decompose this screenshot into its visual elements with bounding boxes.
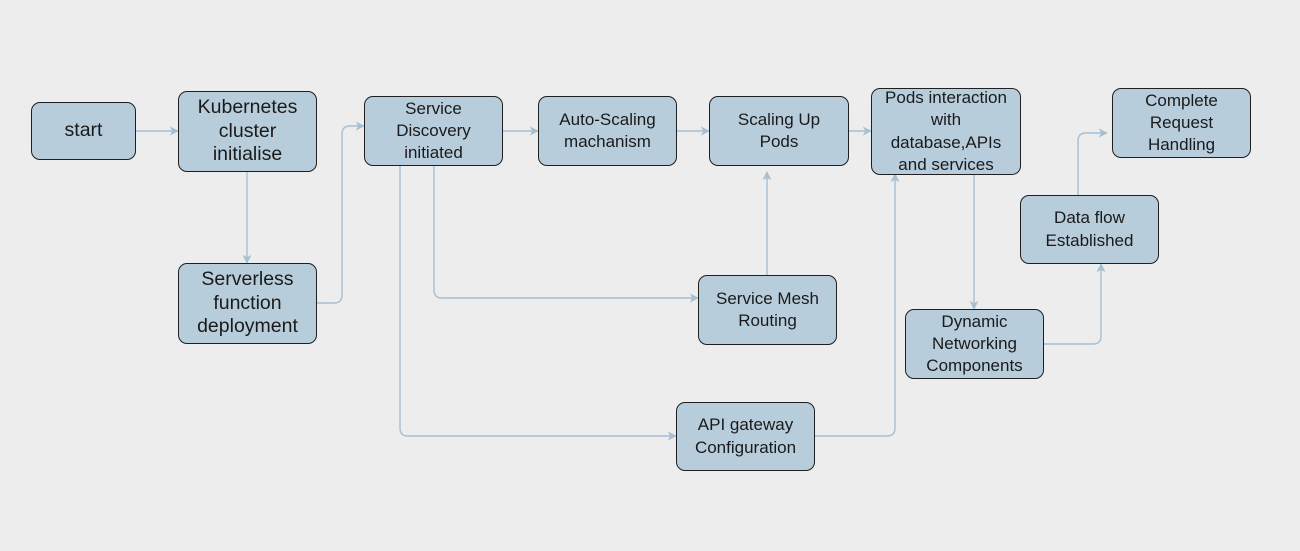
edge-discovery-to-mesh xyxy=(433,166,699,303)
node-service-mesh-routing-label: Service Mesh Routing xyxy=(716,288,819,330)
node-kubernetes-cluster-initialise[interactable]: Kubernetes cluster initialise xyxy=(178,91,317,172)
node-data-flow-established[interactable]: Data flow Established xyxy=(1020,195,1159,264)
node-dynamic-networking-components[interactable]: Dynamic Networking Components xyxy=(905,309,1044,379)
node-data-flow-established-label: Data flow Established xyxy=(1045,208,1134,250)
node-serverless-function-deployment-label: Serverless function deployment xyxy=(197,267,298,338)
node-complete-request-handling[interactable]: Complete Request Handling xyxy=(1112,88,1251,158)
node-scaling-up-pods[interactable]: Scaling Up Pods xyxy=(709,96,849,166)
node-pods-interaction[interactable]: Pods interaction with database,APIs and … xyxy=(871,88,1021,175)
edge-discovery-to-apigw xyxy=(399,166,677,441)
node-service-discovery-initiated[interactable]: Service Discovery initiated xyxy=(364,96,503,166)
node-start-label: start xyxy=(64,119,103,142)
node-api-gateway-configuration-label: API gateway Configuration xyxy=(694,415,797,457)
node-auto-scaling-mechanism[interactable]: Auto-Scaling machanism xyxy=(538,96,677,166)
node-api-gateway-configuration[interactable]: API gateway Configuration xyxy=(676,402,815,471)
edge-dynnet-to-dataflow xyxy=(1044,263,1106,345)
edge-dataflow-to-complete xyxy=(1077,128,1108,195)
node-complete-request-handling-label: Complete Request Handling xyxy=(1145,90,1218,155)
node-start[interactable]: start xyxy=(31,102,136,160)
edge-serverless-to-discovery xyxy=(317,121,365,304)
node-kubernetes-cluster-initialise-label: Kubernetes cluster initialise xyxy=(197,95,298,166)
node-auto-scaling-mechanism-label: Auto-Scaling machanism xyxy=(559,109,656,151)
node-dynamic-networking-components-label: Dynamic Networking Components xyxy=(926,311,1023,376)
node-serverless-function-deployment[interactable]: Serverless function deployment xyxy=(178,263,317,344)
node-scaling-up-pods-label: Scaling Up Pods xyxy=(737,109,821,151)
node-service-discovery-initiated-label: Service Discovery initiated xyxy=(396,98,471,163)
node-pods-interaction-label: Pods interaction with database,APIs and … xyxy=(885,88,1007,174)
node-service-mesh-routing[interactable]: Service Mesh Routing xyxy=(698,275,837,345)
